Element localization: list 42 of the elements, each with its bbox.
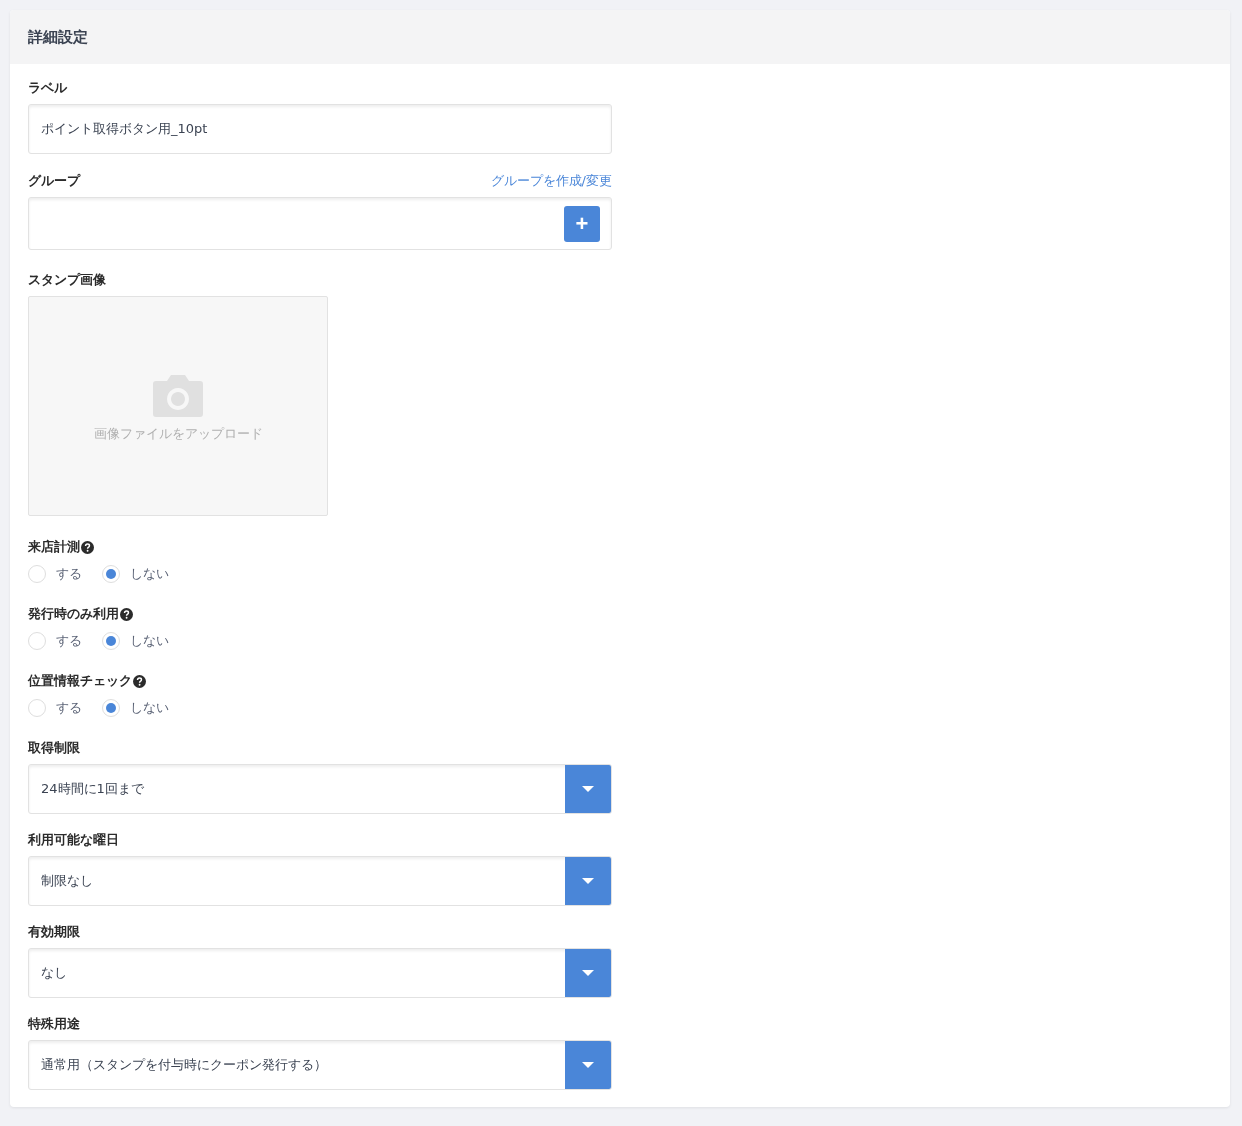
panel-title: 詳細設定 — [28, 27, 88, 47]
radio-button[interactable] — [102, 699, 120, 717]
create-group-link[interactable]: グループを作成/変更 — [490, 172, 612, 190]
radio-button[interactable] — [28, 699, 46, 717]
caret-icon — [582, 970, 594, 976]
field-label: グループ — [28, 172, 80, 190]
radio-label[interactable]: する — [56, 632, 82, 650]
caret-icon — [582, 1062, 594, 1068]
dropdown-button[interactable] — [565, 765, 611, 813]
radio-button[interactable] — [28, 565, 46, 583]
text-field[interactable]: ポイント取得ボタン用_10pt — [28, 104, 612, 154]
field-label: 取得制限 — [28, 739, 80, 757]
dropdown-button[interactable] — [565, 949, 611, 997]
caret-icon — [582, 878, 594, 884]
field-label: 有効期限 — [28, 923, 80, 941]
field-label: 発行時のみ利用 — [28, 605, 119, 623]
dropdown-field[interactable]: 24時間に1回まで — [28, 764, 612, 814]
field-label: 特殊用途 — [28, 1015, 80, 1033]
dropdown-button[interactable] — [565, 857, 611, 905]
radio-label[interactable]: する — [56, 565, 82, 583]
radio-label[interactable]: しない — [130, 632, 169, 650]
field-label: スタンプ画像 — [28, 271, 106, 289]
field-label: 利用可能な曜日 — [28, 831, 119, 849]
help-icon[interactable] — [120, 607, 133, 621]
group-field[interactable]: + — [28, 197, 612, 250]
dropdown-field[interactable]: 制限なし — [28, 856, 612, 906]
radio-label[interactable]: する — [56, 699, 82, 717]
dropdown-field[interactable]: 通常用（スタンプを付与時にクーポン発行する） — [28, 1040, 612, 1090]
add-button[interactable]: + — [564, 205, 600, 242]
dropdown-field[interactable]: なし — [28, 948, 612, 998]
radio-label[interactable]: しない — [130, 699, 169, 717]
dropdown-button[interactable] — [565, 1041, 611, 1089]
radio-button[interactable] — [28, 632, 46, 650]
radio-button[interactable] — [102, 632, 120, 650]
radio-button[interactable] — [102, 565, 120, 583]
caret-icon — [582, 786, 594, 792]
help-icon[interactable] — [133, 674, 146, 688]
field-label: ラベル — [28, 79, 67, 97]
radio-label[interactable]: しない — [130, 565, 169, 583]
help-icon[interactable] — [81, 540, 94, 554]
field-label: 来店計測 — [28, 538, 80, 556]
field-label: 位置情報チェック — [28, 672, 132, 690]
